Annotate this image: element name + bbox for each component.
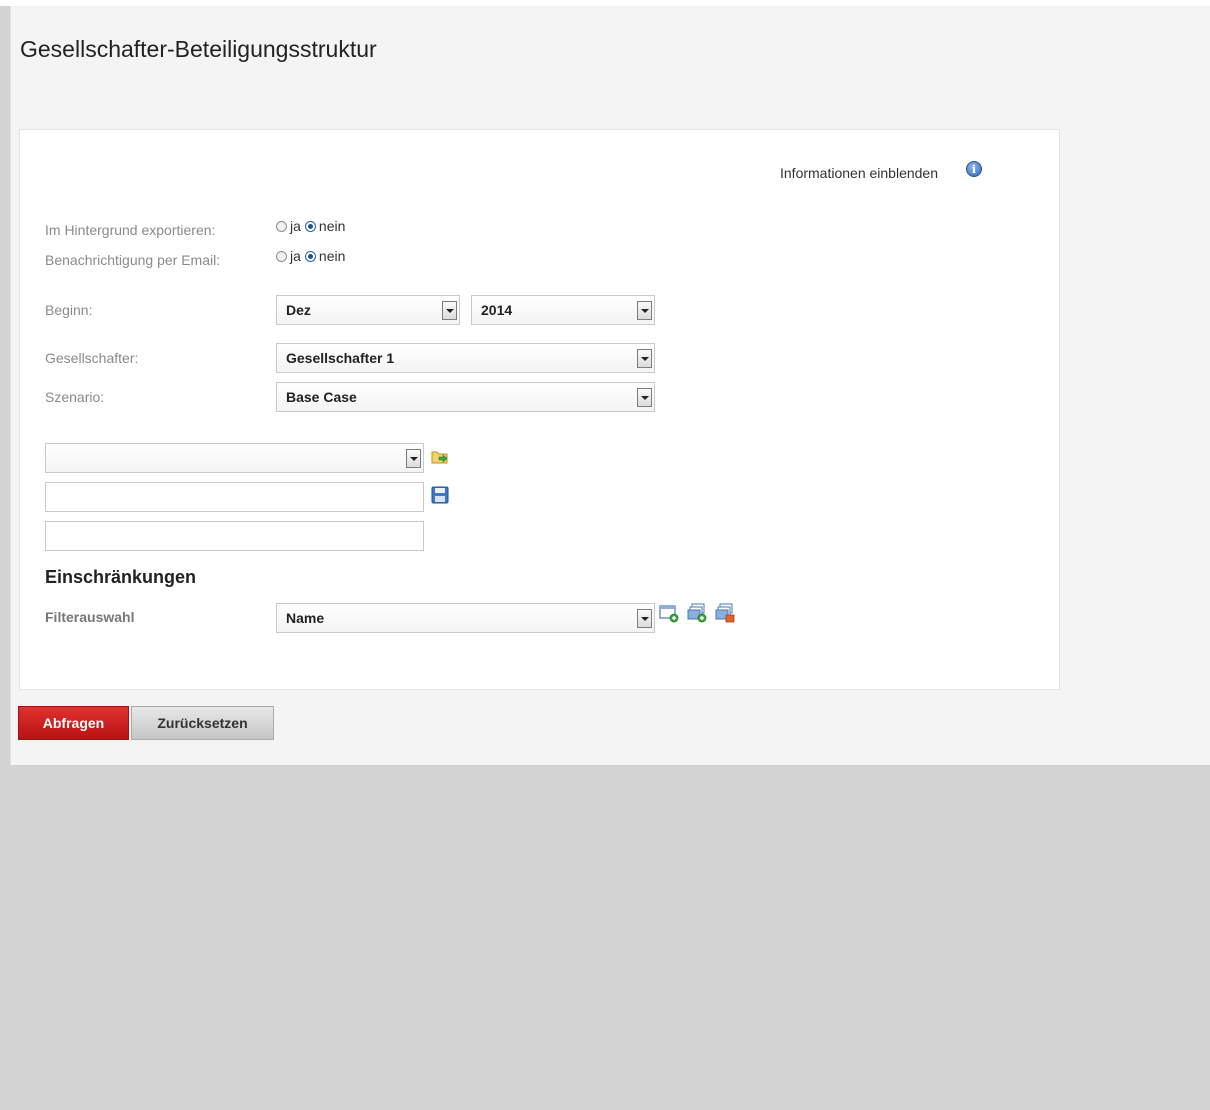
query-form-panel: Informationen einblenden i Im Hintergrun… [19, 129, 1060, 690]
page-container: Gesellschafter-Beteiligungsstruktur Info… [10, 6, 1210, 765]
background-export-nein-label: nein [318, 218, 346, 234]
remove-filter-group-icon[interactable] [715, 603, 735, 623]
chevron-down-icon[interactable] [637, 609, 652, 628]
reset-button[interactable]: Zurücksetzen [131, 706, 274, 740]
info-icon[interactable]: i [966, 161, 982, 177]
email-notification-radio-group: ja nein [276, 248, 349, 264]
restrictions-heading: Einschränkungen [45, 567, 197, 587]
gesellschafter-label: Gesellschafter: [45, 350, 139, 366]
query-description-input[interactable] [45, 521, 424, 551]
chevron-down-icon[interactable] [637, 301, 652, 320]
filter-selection-value: Name [286, 610, 325, 626]
page-title: Gesellschafter-Beteiligungsstruktur [20, 36, 377, 62]
szenario-value: Base Case [286, 389, 357, 405]
filter-selection-label: Filterauswahl [45, 609, 135, 625]
show-info-link[interactable]: Informationen einblenden [780, 165, 938, 181]
background-export-nein-radio[interactable] [304, 220, 316, 232]
email-notification-nein-label: nein [318, 248, 346, 264]
email-notification-ja-radio[interactable] [276, 250, 287, 262]
filter-selection-select[interactable]: Name [276, 603, 655, 633]
gesellschafter-select[interactable]: Gesellschafter 1 [276, 343, 655, 373]
chevron-down-icon[interactable] [406, 449, 421, 468]
query-name-input[interactable] [45, 482, 424, 512]
email-notification-nein-radio[interactable] [304, 250, 316, 262]
folder-arrow-icon[interactable] [431, 448, 449, 466]
beginn-month-value: Dez [286, 302, 311, 318]
floppy-disk-icon[interactable] [431, 486, 449, 504]
add-filter-group-icon[interactable] [687, 603, 707, 623]
szenario-label: Szenario: [45, 389, 105, 405]
gesellschafter-value: Gesellschafter 1 [286, 350, 395, 366]
submit-query-button[interactable]: Abfragen [18, 706, 129, 740]
background-export-ja-radio[interactable] [276, 220, 287, 232]
chevron-down-icon[interactable] [637, 349, 652, 368]
chevron-down-icon[interactable] [637, 388, 652, 407]
beginn-year-select[interactable]: 2014 [471, 295, 655, 325]
background-export-radio-group: ja nein [276, 218, 349, 234]
email-notification-label: Benachrichtigung per Email: [45, 252, 221, 268]
szenario-select[interactable]: Base Case [276, 382, 655, 412]
beginn-month-select[interactable]: Dez [276, 295, 460, 325]
beginn-year-value: 2014 [481, 302, 513, 318]
beginn-label: Beginn: [45, 302, 93, 318]
chevron-down-icon[interactable] [442, 301, 457, 320]
add-filter-icon[interactable] [659, 603, 679, 623]
email-notification-ja-label: ja [290, 248, 301, 264]
background-export-label: Im Hintergrund exportieren: [45, 222, 216, 238]
saved-query-select[interactable] [45, 443, 424, 473]
background-export-ja-label: ja [290, 218, 301, 234]
